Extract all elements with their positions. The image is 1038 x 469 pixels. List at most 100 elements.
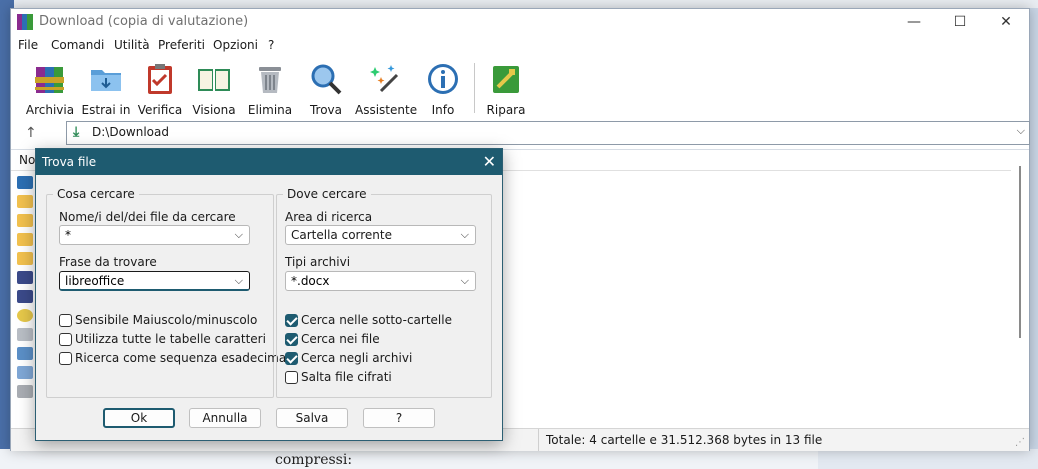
test-button[interactable]: Verifica (135, 57, 185, 123)
folder-icon (17, 214, 33, 227)
zip-icon (17, 290, 33, 303)
test-label: Verifica (137, 103, 183, 117)
repair-button[interactable]: Ripara (483, 57, 529, 123)
all-charsets-option[interactable]: Utilizza tutte le tabelle caratteri (59, 331, 266, 347)
wizard-label: Assistente (355, 103, 418, 117)
case-sensitive-label: Sensibile Maiuscolo/minuscolo (75, 313, 258, 327)
save-button[interactable]: Salva (276, 408, 348, 428)
phrase-combo[interactable]: ⌵ (59, 271, 250, 291)
dialog-title-bar[interactable]: Trova file ✕ (36, 149, 502, 175)
phrase-input[interactable] (63, 273, 232, 289)
test-clipboard-icon (148, 64, 172, 94)
info-button[interactable]: Info (423, 57, 463, 123)
resize-grip-icon[interactable]: ⋰ (1015, 437, 1025, 448)
disc-image-icon (17, 347, 33, 360)
search-area-value: Cartella corrente (291, 228, 392, 242)
repair-label: Ripara (486, 103, 526, 117)
filename-label: Nome/i del/dei file da cercare (59, 210, 236, 224)
find-button[interactable]: Trova (301, 57, 351, 123)
hex-search-option[interactable]: Ricerca come sequenza esadecimale (59, 350, 297, 366)
archive-label: Archivia (25, 103, 75, 117)
view-book-icon (198, 69, 230, 91)
folder-icon (17, 252, 33, 265)
search-archives-checkbox[interactable] (285, 351, 298, 365)
menu-comandi[interactable]: Comandi (51, 38, 104, 52)
archive-types-input[interactable] (289, 273, 458, 289)
minimize-button[interactable]: — (891, 9, 937, 35)
view-button[interactable]: Visiona (189, 57, 239, 123)
delete-button[interactable]: Elimina (245, 57, 295, 123)
file-icon-column (17, 176, 35, 404)
toolbar: Archivia Estrai in Verifica Visiona Elim… (11, 57, 1029, 123)
case-sensitive-checkbox[interactable] (59, 313, 72, 327)
ok-button[interactable]: Ok (103, 408, 175, 428)
path-field[interactable]: ⤓ D:\Download ⌵ (66, 121, 1030, 145)
hex-search-label: Ricerca come sequenza esadecimale (75, 351, 297, 365)
menu-preferiti[interactable]: Preferiti (158, 38, 205, 52)
search-files-label: Cerca nei file (301, 332, 380, 346)
status-divider (538, 429, 539, 451)
case-sensitive-option[interactable]: Sensibile Maiuscolo/minuscolo (59, 312, 257, 328)
settings-file-icon (17, 328, 33, 341)
dialog-close-button[interactable]: ✕ (483, 152, 496, 171)
help-button[interactable]: ? (363, 408, 435, 428)
archive-button[interactable]: Archivia (25, 57, 75, 123)
background-panel (818, 449, 1038, 469)
view-label: Visiona (192, 103, 236, 117)
search-archives-label: Cerca negli archivi (301, 351, 413, 365)
chevron-down-icon[interactable]: ⌵ (235, 228, 243, 242)
zip-icon (17, 271, 33, 284)
all-charsets-checkbox[interactable] (59, 332, 72, 346)
skip-encrypted-option[interactable]: Salta file cifrati (285, 369, 392, 385)
vertical-scrollbar[interactable] (1019, 166, 1021, 338)
subfolders-label: Cerca nelle sotto-cartelle (301, 313, 452, 327)
skip-encrypted-checkbox[interactable] (285, 370, 298, 384)
close-button[interactable]: ✕ (983, 9, 1029, 35)
path-text: D:\Download (92, 125, 169, 139)
title-bar[interactable]: Download (copia di valutazione) — ☐ ✕ (11, 9, 1029, 35)
chevron-down-icon[interactable]: ⌵ (461, 228, 469, 242)
chevron-down-icon[interactable]: ⌵ (235, 274, 243, 288)
warning-icon (17, 309, 33, 322)
maximize-button[interactable]: ☐ (937, 9, 983, 35)
download-arrow-icon: ⤓ (73, 124, 80, 140)
info-label: Info (431, 103, 455, 117)
filename-combo[interactable]: ⌵ (59, 225, 250, 245)
subfolders-option[interactable]: Cerca nelle sotto-cartelle (285, 312, 452, 328)
menu-bar: File Comandi Utilità Preferiti Opzioni ? (11, 36, 1029, 56)
winrar-app-icon (17, 14, 33, 30)
background-desktop-top (0, 0, 1038, 8)
skip-encrypted-label: Salta file cifrati (301, 370, 392, 384)
status-text: Totale: 4 cartelle e 31.512.368 bytes in… (546, 433, 823, 447)
wizard-button[interactable]: Assistente (355, 57, 418, 123)
extract-folder-icon (91, 70, 121, 91)
where-to-search-label: Dove cercare (283, 187, 371, 201)
info-icon (428, 64, 458, 94)
cancel-button[interactable]: Annulla (189, 408, 261, 428)
archive-types-combo[interactable]: ⌵ (285, 271, 476, 291)
menu-opzioni[interactable]: Opzioni (213, 38, 258, 52)
search-files-option[interactable]: Cerca nei file (285, 331, 380, 347)
chevron-down-icon[interactable]: ⌵ (461, 274, 469, 288)
search-files-checkbox[interactable] (285, 332, 298, 346)
menu-file[interactable]: File (18, 38, 38, 52)
subfolders-checkbox[interactable] (285, 313, 298, 327)
extract-button[interactable]: Estrai in (81, 57, 131, 123)
search-archives-option[interactable]: Cerca negli archivi (285, 350, 412, 366)
trash-icon (259, 67, 281, 93)
menu-help[interactable]: ? (268, 38, 274, 52)
extract-label: Estrai in (81, 103, 131, 117)
repair-icon (493, 66, 519, 93)
dialog-title: Trova file (42, 155, 97, 169)
hex-search-checkbox[interactable] (59, 351, 72, 365)
up-folder-button[interactable]: ↑ (25, 125, 37, 141)
address-bar: ↑ ⤓ D:\Download ⌵ (11, 121, 1030, 145)
menu-utilita[interactable]: Utilità (114, 38, 150, 52)
folder-icon (17, 195, 33, 208)
archive-books-icon (35, 67, 64, 93)
file-type-icon (17, 176, 33, 189)
search-area-select[interactable]: Cartella corrente ⌵ (285, 225, 476, 245)
wizard-wand-icon (370, 65, 399, 93)
chevron-down-icon[interactable]: ⌵ (1017, 124, 1025, 138)
filename-input[interactable] (63, 227, 232, 243)
